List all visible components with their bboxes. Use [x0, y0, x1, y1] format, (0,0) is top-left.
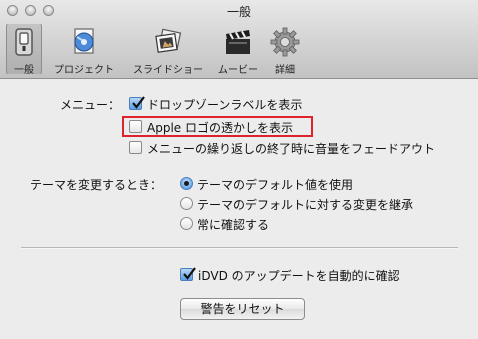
show-drop-zone-labels-label[interactable]: ドロップゾーンラベルを表示 [147, 96, 302, 113]
use-theme-defaults-radio[interactable] [180, 177, 193, 190]
tab-advanced-label: 詳細 [275, 65, 295, 76]
check-for-updates-label[interactable]: iDVD のアップデートを自動的に確認 [198, 267, 400, 284]
show-apple-logo-watermark-label[interactable]: Apple ロゴの透かしを表示 [147, 119, 293, 136]
fade-out-audio-label[interactable]: メニューの繰り返しの終了時に音量をフェードアウト [147, 140, 435, 157]
always-ask-radio[interactable] [180, 217, 193, 230]
tab-project-label: プロジェクト [54, 65, 114, 76]
movie-clapper-icon [226, 30, 250, 54]
preferences-window: 一般 一般 プロジェクト スライドショー ムービー 詳細 メニュー： ドロップゾ… [0, 0, 478, 339]
project-document-icon [74, 28, 94, 54]
inherit-theme-changes-radio[interactable] [180, 197, 193, 210]
use-theme-defaults-label[interactable]: テーマのデフォルト値を使用 [197, 176, 353, 193]
gear-icon [270, 27, 300, 57]
checkmark-icon [183, 267, 196, 280]
section-divider [21, 247, 458, 248]
tab-general-label: 一般 [14, 65, 34, 76]
toolbar: 一般 一般 プロジェクト スライドショー ムービー 詳細 [0, 0, 478, 79]
menu-section-label: メニュー： [60, 98, 121, 112]
tab-project[interactable]: プロジェクト [46, 24, 122, 76]
theme-change-section-label: テーマを変更するとき： [30, 178, 163, 192]
tab-advanced[interactable]: 詳細 [266, 24, 304, 76]
tab-movie[interactable]: ムービー [212, 24, 264, 76]
checkmark-icon [132, 96, 145, 109]
show-drop-zone-labels-checkbox[interactable] [129, 96, 145, 110]
window-title: 一般 [226, 5, 251, 19]
fade-out-audio-checkbox[interactable] [129, 141, 142, 154]
tab-general[interactable]: 一般 [6, 24, 42, 76]
tab-movie-label: ムービー [218, 65, 258, 76]
always-ask-label[interactable]: 常に確認する [197, 216, 269, 233]
show-apple-logo-watermark-checkbox[interactable] [129, 120, 142, 133]
tab-slideshow[interactable]: スライドショー [124, 24, 212, 76]
slideshow-icon [155, 28, 182, 53]
check-for-updates-checkbox[interactable] [180, 267, 196, 281]
radio-dot [184, 181, 189, 186]
general-switch-icon [15, 28, 33, 56]
tab-slideshow-label: スライドショー [133, 65, 203, 76]
inherit-theme-changes-label[interactable]: テーマのデフォルトに対する変更を継承 [197, 196, 413, 213]
reset-warnings-button[interactable]: 警告をリセット [180, 298, 305, 320]
